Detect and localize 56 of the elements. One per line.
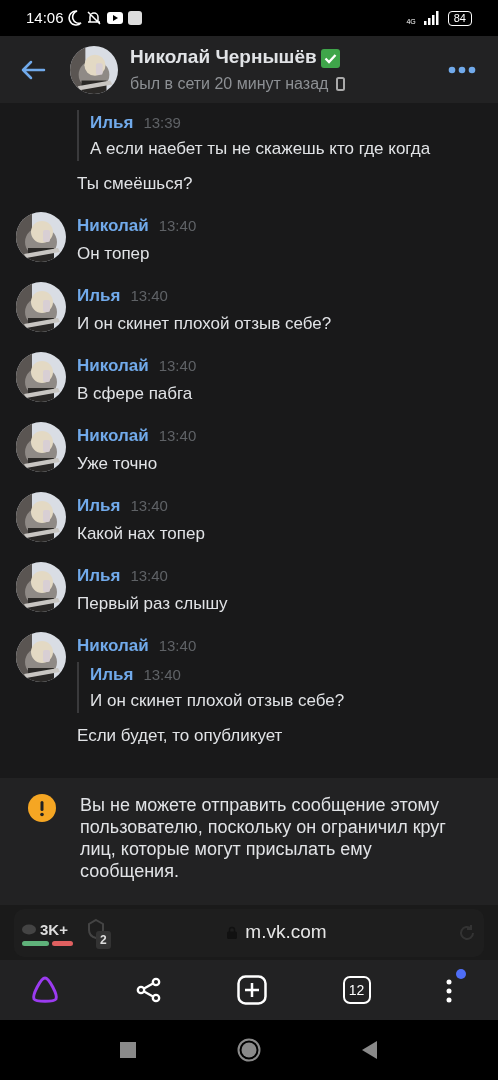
- message-text: В сфере пабга: [77, 383, 194, 405]
- battery-indicator: 84: [447, 10, 472, 26]
- message-text: И он скинет плохой отзыв себе?: [77, 313, 333, 335]
- tabs-counter-button[interactable]: 12: [342, 976, 371, 1004]
- app-icon: [127, 11, 142, 25]
- menu-icon[interactable]: [446, 979, 452, 1003]
- restriction-notice: Вы не можете отправить сообщение этому пользователю, поскольку он ограничил круг лиц, которые могут присылать ему сообщения.: [80, 794, 447, 883]
- assistant-triangle-icon[interactable]: [30, 976, 60, 1004]
- message-time: 13:40: [158, 636, 197, 654]
- moon-icon: [67, 10, 82, 26]
- signal-icon: [423, 11, 440, 25]
- warning-icon: [28, 794, 56, 822]
- quoted-message[interactable]: Илья 13:39 А если наебет ты не скажешь кто где когда: [77, 110, 482, 161]
- quoted-message[interactable]: Илья 13:40 И он скинет плохой отзыв себе?: [77, 662, 482, 713]
- quoted-sender-name: Илья: [90, 113, 134, 132]
- quoted-time: 13:40: [143, 666, 181, 683]
- message-time: 13:40: [158, 216, 197, 234]
- sender-name[interactable]: Илья: [77, 565, 121, 585]
- message-text: Если будет, то опубликует: [77, 725, 284, 747]
- sender-name[interactable]: Николай: [77, 215, 149, 235]
- phone-icon: [336, 76, 346, 91]
- sender-name[interactable]: Илья: [77, 285, 121, 305]
- shield-badge: 2: [96, 930, 111, 949]
- rating-bar-icon: [22, 941, 74, 947]
- message-time: 13:40: [130, 286, 168, 304]
- muted-bell-icon: [85, 10, 102, 26]
- message-text: Ты смеёшься?: [77, 173, 194, 195]
- more-options-icon[interactable]: [448, 65, 476, 74]
- quoted-text: А если наебет ты не скажешь кто где когда: [90, 137, 432, 160]
- message-time: 13:40: [130, 496, 168, 514]
- share-icon[interactable]: [135, 977, 162, 1003]
- sender-name[interactable]: Николай: [77, 355, 149, 375]
- contact-name: Николай Чернышёв: [130, 45, 317, 70]
- sender-name[interactable]: Николай: [77, 635, 149, 655]
- contact-avatar[interactable]: [70, 45, 118, 94]
- home-button-icon[interactable]: [237, 1038, 261, 1062]
- message-time: 13:40: [158, 426, 197, 444]
- sender-name[interactable]: Илья: [77, 495, 121, 515]
- sender-name[interactable]: Николай: [77, 425, 149, 445]
- back-button-icon[interactable]: [362, 1041, 378, 1059]
- new-tab-icon[interactable]: [237, 975, 267, 1005]
- message-text: Какой нах топер: [77, 523, 206, 545]
- message-text: Он топер: [77, 243, 151, 265]
- quoted-time: 13:39: [143, 114, 181, 131]
- status-time: 14:06: [26, 7, 64, 28]
- comments-count[interactable]: 3K+: [40, 918, 68, 942]
- back-arrow-icon[interactable]: [20, 59, 46, 80]
- quoted-sender-name: Илья: [90, 665, 134, 684]
- last-seen-status: был в сети 20 минут назад: [130, 73, 329, 94]
- message-time: 13:40: [158, 356, 197, 374]
- quoted-text: И он скинет плохой отзыв себе?: [90, 689, 346, 712]
- message-text: Первый раз слышу: [77, 593, 229, 615]
- video-icon: [105, 11, 124, 25]
- message-text: Уже точно: [77, 453, 159, 475]
- message-time: 13:40: [130, 566, 168, 584]
- url-text[interactable]: m.vk.com: [245, 918, 327, 947]
